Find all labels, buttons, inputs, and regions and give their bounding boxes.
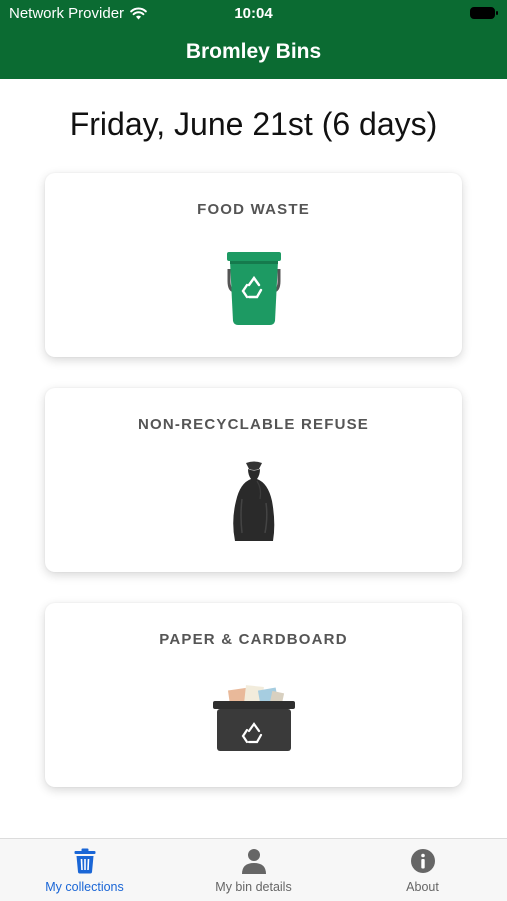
collection-card-title: NON-RECYCLABLE REFUSE [137, 416, 370, 433]
app-header: Network Provider 10:04 Bromley Bins [0, 0, 507, 79]
recycling-box-icon [212, 685, 295, 751]
food-waste-caddy-icon [226, 252, 281, 325]
info-icon [410, 849, 435, 873]
tab-about[interactable]: About [338, 839, 507, 901]
trash-icon [74, 848, 95, 874]
black-bin-bag-icon [232, 461, 274, 541]
tab-label: My bin details [215, 880, 292, 894]
tab-label: My collections [45, 880, 124, 894]
collection-card-refuse[interactable]: NON-RECYCLABLE REFUSE [45, 388, 462, 572]
collection-card-title: PAPER & CARDBOARD [159, 631, 348, 648]
tab-my-collections[interactable]: My collections [0, 839, 169, 901]
battery-icon [470, 7, 498, 19]
collection-card-food-waste[interactable]: FOOD WASTE [45, 173, 462, 357]
person-icon [241, 849, 266, 874]
status-bar: Network Provider 10:04 [0, 0, 507, 28]
status-time: 10:04 [234, 5, 273, 22]
collection-card-paper-cardboard[interactable]: PAPER & CARDBOARD [45, 603, 462, 787]
tab-bar: My collections My bin details About [0, 838, 507, 901]
tab-my-bin-details[interactable]: My bin details [169, 839, 338, 901]
tab-label: About [406, 880, 439, 894]
next-collection-date: Friday, June 21st (6 days) [69, 106, 438, 142]
app-title: Bromley Bins [185, 40, 322, 63]
collection-card-title: FOOD WASTE [197, 201, 310, 218]
